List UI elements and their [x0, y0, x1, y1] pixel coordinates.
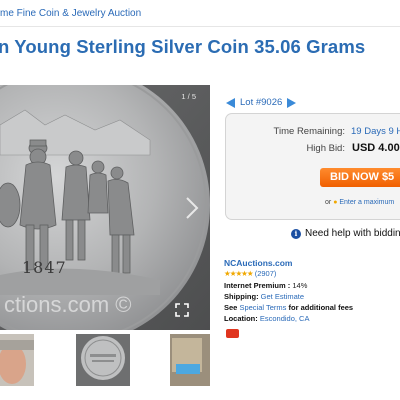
seller-name-link[interactable]: NCAuctions.com [224, 258, 292, 268]
coin-year-engraving: 1847 [22, 258, 67, 277]
location-value: Escondido, CA [259, 314, 310, 323]
lightning-icon: ● [333, 199, 338, 206]
shipping-label: Shipping: [224, 292, 259, 301]
rating-count-link[interactable]: (2907) [255, 269, 277, 278]
shipping-estimate-link[interactable]: Get Estimate [261, 292, 304, 301]
page-title: n Young Sterling Silver Coin 35.06 Grams [0, 36, 366, 57]
time-remaining-value: 19 Days 9 H [351, 126, 400, 137]
thumbnail-2[interactable] [76, 334, 130, 386]
bid-now-button[interactable]: BID NOW $5 [320, 168, 400, 187]
time-remaining-label: Time Remaining: [273, 126, 345, 137]
premium-label: Internet Premium : [224, 281, 291, 290]
lot-number: Lot #9026 [240, 97, 283, 108]
chevron-right-icon[interactable] [183, 195, 201, 221]
high-bid-value: USD 4.00 [352, 142, 400, 154]
seller-badge-icon[interactable] [226, 329, 239, 338]
thumbnail-3[interactable] [170, 334, 210, 386]
location-line: Location: Escondido, CA [224, 314, 309, 323]
thumbnail-1-image [0, 334, 34, 386]
enter-max-bid-link[interactable]: Enter a maximum [339, 199, 394, 206]
image-watermark: ctions.com © [4, 292, 132, 317]
thumbnail-1[interactable] [0, 334, 34, 386]
breadcrumb-auction-link[interactable]: me Fine Coin & Jewelry Auction [0, 8, 141, 19]
location-label: Location: [224, 314, 258, 323]
previous-lot-icon[interactable] [226, 97, 235, 108]
image-counter: 1 / 5 [181, 92, 196, 101]
next-lot-icon[interactable] [287, 97, 297, 108]
thumbnail-3-image [170, 334, 210, 386]
terms-line: See Special Terms for additional fees [224, 303, 353, 312]
info-icon: i [291, 228, 301, 239]
max-bid-line: or ● Enter a maximum [325, 199, 394, 206]
thumbnail-strip [0, 334, 210, 386]
lot-navigation: Lot #9026 [226, 97, 297, 108]
shipping-line: Shipping: Get Estimate [224, 292, 304, 301]
expand-icon[interactable] [175, 303, 189, 317]
rating-stars-icon: ★★★★★ [224, 269, 254, 278]
high-bid-label: High Bid: [306, 143, 345, 154]
special-terms-link[interactable]: Special Terms [239, 303, 286, 312]
seller-rating: ★★★★★ (2907) [224, 269, 276, 278]
thumbnail-2-image [76, 334, 130, 386]
main-image[interactable]: 1 / 5 1847 ctions.com © [0, 85, 210, 330]
top-bar: me Fine Coin & Jewelry Auction [0, 0, 400, 27]
terms-suffix: for additional fees [288, 303, 354, 312]
bidding-help-link[interactable]: i Need help with bidding [291, 228, 400, 239]
bid-now-label: BID NOW $5 [330, 171, 395, 183]
premium-value: 14% [292, 281, 308, 290]
max-bid-prefix: or [325, 199, 332, 206]
internet-premium-line: Internet Premium : 14% [224, 281, 307, 290]
terms-label: See [224, 303, 238, 312]
bidding-help-label: Need help with bidding [305, 228, 400, 239]
